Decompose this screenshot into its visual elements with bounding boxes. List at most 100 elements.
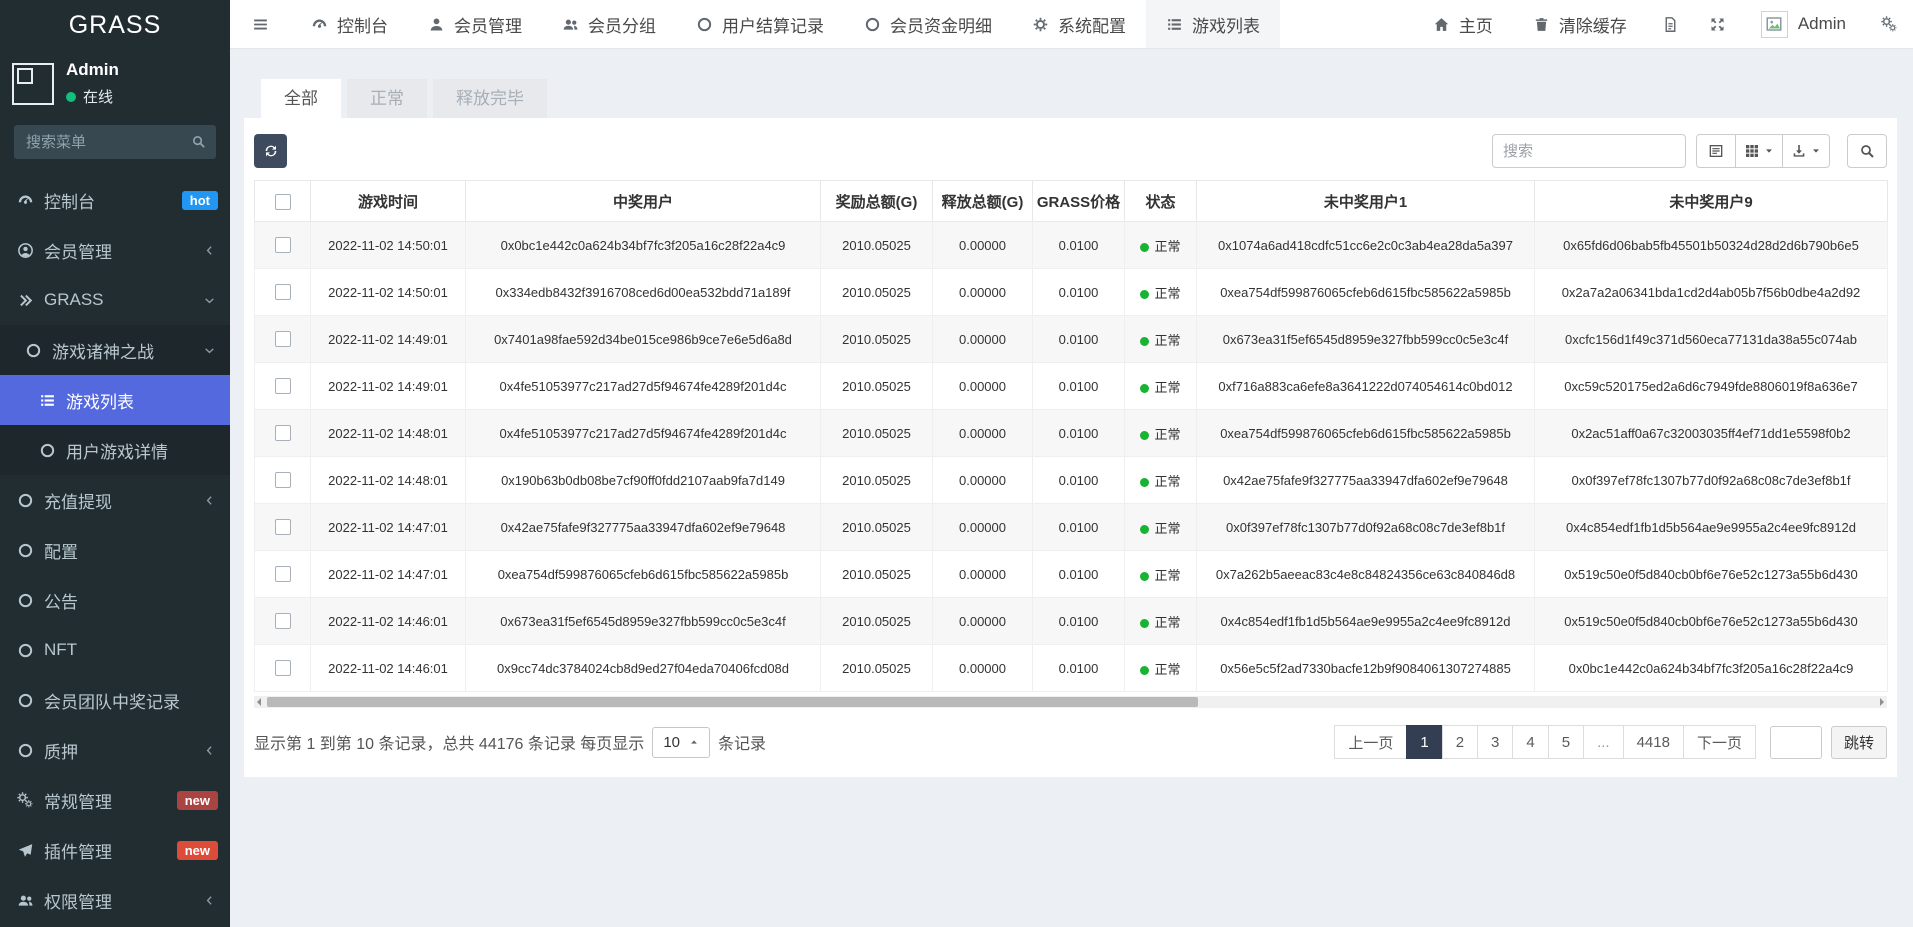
- chevron-down-icon: [203, 294, 216, 307]
- settings-button[interactable]: [1866, 0, 1913, 48]
- row-checkbox[interactable]: [275, 425, 291, 441]
- new-badge: new: [177, 841, 218, 860]
- column-header-loser1[interactable]: 未中奖用户1: [1197, 181, 1535, 222]
- topnav-item-1[interactable]: 控制台: [291, 0, 408, 48]
- clear-cache-button[interactable]: 清除缓存: [1513, 0, 1647, 48]
- tab-2[interactable]: 正常: [347, 79, 427, 118]
- scroll-left-arrow-icon[interactable]: [257, 698, 261, 706]
- row-checkbox[interactable]: [275, 331, 291, 347]
- hamburger-icon: [252, 16, 269, 33]
- prev-page-button[interactable]: 上一页: [1334, 725, 1407, 759]
- row-checkbox[interactable]: [275, 237, 291, 253]
- sidebar-item-member-management[interactable]: 会员管理: [0, 225, 230, 275]
- sidebar-item-pledge[interactable]: 质押: [0, 725, 230, 775]
- user-menu[interactable]: Admin: [1741, 0, 1866, 48]
- pagination-info-text: 显示第 1 到第 10 条记录，总共 44176 条记录 每页显示: [254, 730, 644, 754]
- user-name: Admin: [66, 60, 119, 80]
- sidebar-item-announcement[interactable]: 公告: [0, 575, 230, 625]
- topnav-item-label: 会员资金明细: [890, 12, 992, 37]
- row-checkbox[interactable]: [275, 378, 291, 394]
- scroll-right-arrow-icon[interactable]: [1880, 698, 1884, 706]
- cell-loser9: 0x0f397ef78fc1307b77d0f92a68c08c7de3ef8b…: [1535, 457, 1888, 504]
- horizontal-scrollbar[interactable]: [254, 696, 1887, 708]
- row-checkbox[interactable]: [275, 472, 291, 488]
- cell-price: 0.0100: [1033, 598, 1125, 645]
- search-submit-button[interactable]: [1847, 134, 1887, 168]
- sidebar-item-dashboard[interactable]: 控制台hot: [0, 175, 230, 225]
- row-checkbox[interactable]: [275, 284, 291, 300]
- status-badge: 正常: [1154, 427, 1180, 442]
- sidebar-item-config[interactable]: 配置: [0, 525, 230, 575]
- table-row: 2022-11-02 14:50:010x334edb8432f3916708c…: [255, 269, 1888, 316]
- fullscreen-button[interactable]: [1694, 0, 1741, 48]
- column-header-reward[interactable]: 奖励总额(G): [821, 181, 933, 222]
- sidebar-item-nft[interactable]: NFT: [0, 625, 230, 675]
- column-header-loser9[interactable]: 未中奖用户9: [1535, 181, 1888, 222]
- topnav-item-2[interactable]: 会员管理: [408, 0, 542, 48]
- sidebar-item-label: 会员团队中奖记录: [44, 688, 180, 713]
- ellipsis-button[interactable]: ...: [1583, 725, 1624, 759]
- detail-view-button[interactable]: [1696, 134, 1736, 168]
- row-checkbox[interactable]: [275, 566, 291, 582]
- row-select-cell: [255, 410, 311, 457]
- select-all-checkbox[interactable]: [275, 194, 291, 210]
- cell-winner: 0x4fe51053977c217ad27d5f94674fe4289f201d…: [466, 363, 821, 410]
- home-button[interactable]: 主页: [1413, 0, 1513, 48]
- cell-time: 2022-11-02 14:46:01: [311, 645, 466, 692]
- sidebar-item-label: 插件管理: [44, 838, 112, 863]
- sidebar-item-permission-management[interactable]: 权限管理: [0, 875, 230, 925]
- sidebar-item-team-award-records[interactable]: 会员团队中奖记录: [0, 675, 230, 725]
- column-header-winner[interactable]: 中奖用户: [466, 181, 821, 222]
- page-button-1[interactable]: 1: [1406, 725, 1442, 759]
- row-checkbox[interactable]: [275, 660, 291, 676]
- tab-3[interactable]: 释放完毕: [433, 79, 547, 118]
- sidebar-toggle-button[interactable]: [230, 0, 291, 48]
- cell-reward: 2010.05025: [821, 645, 933, 692]
- topnav-item-6[interactable]: 系统配置: [1012, 0, 1146, 48]
- document-button[interactable]: [1647, 0, 1694, 48]
- topnav-item-7[interactable]: 游戏列表: [1146, 0, 1280, 48]
- sidebar-search-input[interactable]: [14, 125, 216, 159]
- sidebar-item-plugin-management[interactable]: 插件管理 new: [0, 825, 230, 875]
- cell-loser9: 0x519c50e0f5d840cb0bf6e76e52c1273a55b6d4…: [1535, 598, 1888, 645]
- gauge-icon: [311, 16, 328, 33]
- row-select-cell: [255, 457, 311, 504]
- scrollbar-thumb[interactable]: [267, 697, 1198, 707]
- brand-logo[interactable]: GRASS: [0, 0, 230, 50]
- cell-time: 2022-11-02 14:48:01: [311, 457, 466, 504]
- next-page-button[interactable]: 下一页: [1683, 725, 1756, 759]
- jump-button[interactable]: 跳转: [1831, 726, 1887, 759]
- export-icon: [1791, 143, 1807, 159]
- column-header-time[interactable]: 游戏时间: [311, 181, 466, 222]
- refresh-button[interactable]: [254, 134, 287, 168]
- export-button[interactable]: [1782, 134, 1830, 168]
- sidebar-item-game-gods-war[interactable]: 游戏诸神之战: [0, 325, 230, 375]
- topnav-item-5[interactable]: 会员资金明细: [844, 0, 1012, 48]
- page-size-dropdown[interactable]: 10: [652, 727, 710, 758]
- topnav-item-4[interactable]: 用户结算记录: [676, 0, 844, 48]
- sidebar-item-user-game-detail[interactable]: 用户游戏详情: [0, 425, 230, 475]
- jump-page-input[interactable]: [1770, 726, 1822, 759]
- table-search-input[interactable]: [1492, 134, 1686, 168]
- row-checkbox[interactable]: [275, 613, 291, 629]
- sidebar-item-grass[interactable]: GRASS: [0, 275, 230, 325]
- column-header-status[interactable]: 状态: [1125, 181, 1197, 222]
- columns-button[interactable]: [1735, 134, 1783, 168]
- page-button-4418[interactable]: 4418: [1623, 725, 1684, 759]
- list-icon: [39, 392, 56, 409]
- sidebar-item-recharge-withdraw[interactable]: 充值提现: [0, 475, 230, 525]
- page-button-2[interactable]: 2: [1442, 725, 1478, 759]
- sidebar-item-general-management[interactable]: 常规管理new: [0, 775, 230, 825]
- sidebar-item-game-list[interactable]: 游戏列表: [0, 375, 230, 425]
- status-badge: 正常: [1154, 521, 1180, 536]
- topnav-item-3[interactable]: 会员分组: [542, 0, 676, 48]
- column-header-price[interactable]: GRASS价格: [1033, 181, 1125, 222]
- cell-released: 0.00000: [933, 598, 1033, 645]
- column-header-released[interactable]: 释放总额(G): [933, 181, 1033, 222]
- page-button-3[interactable]: 3: [1477, 725, 1513, 759]
- row-checkbox[interactable]: [275, 519, 291, 535]
- page-button-5[interactable]: 5: [1548, 725, 1584, 759]
- page-button-4[interactable]: 4: [1512, 725, 1548, 759]
- cell-reward: 2010.05025: [821, 504, 933, 551]
- tab-1[interactable]: 全部: [261, 79, 341, 118]
